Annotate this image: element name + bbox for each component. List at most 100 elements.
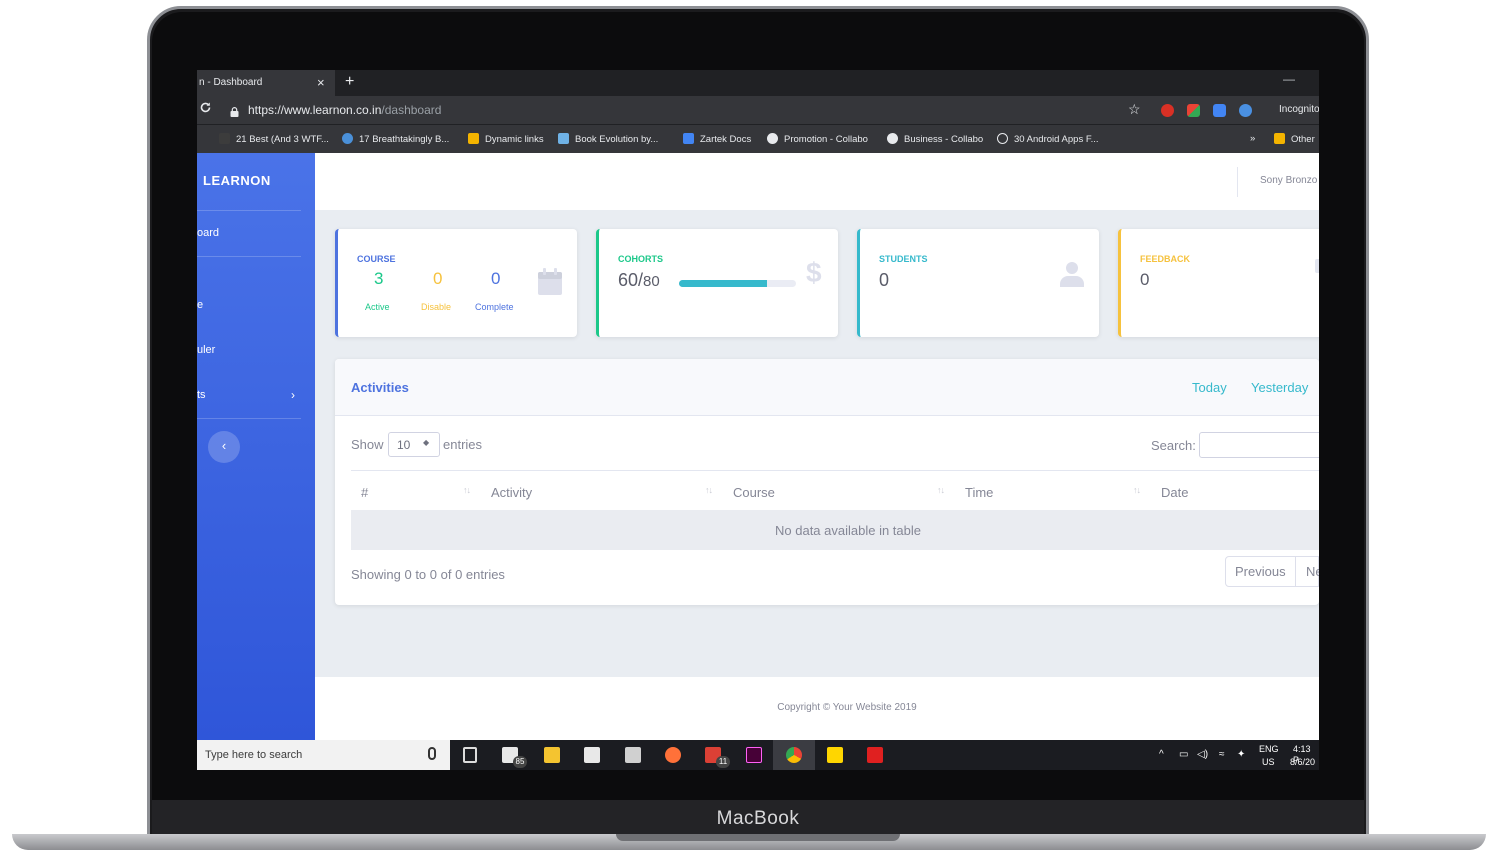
address-bar[interactable]: https://www.learnon.co.in/dashboard	[248, 103, 441, 117]
browser-tab[interactable]: n - Dashboard ×	[197, 70, 335, 96]
page-size-select[interactable]: 10 ◆	[388, 432, 440, 457]
extension-icon[interactable]	[1239, 104, 1252, 117]
brand-logo[interactable]: LEARNON	[203, 173, 271, 188]
sidebar-item[interactable]: e	[197, 299, 203, 311]
bookmark-star-icon[interactable]: ☆	[1128, 101, 1141, 118]
sticky-notes-icon[interactable]	[827, 747, 843, 763]
sidebar-item-dashboard[interactable]: oard	[197, 227, 219, 239]
user-icon	[1060, 261, 1084, 292]
laptop-brand-label: MacBook	[716, 808, 800, 829]
bookmark-item[interactable]: 21 Best (And 3 WTF...	[219, 133, 329, 145]
sidebar-item-scheduler[interactable]: uler	[197, 344, 215, 356]
bookmark-item[interactable]: Business - Collabo	[887, 133, 983, 145]
reload-icon[interactable]	[199, 101, 212, 117]
bookmark-item[interactable]: Zartek Docs	[683, 133, 751, 145]
students-count: 0	[879, 270, 890, 290]
chevron-right-icon[interactable]: ›	[291, 388, 295, 402]
column-header-time[interactable]: Time	[965, 485, 993, 500]
sort-icon[interactable]: ↑↓	[937, 485, 945, 495]
bookmark-label: Zartek Docs	[700, 134, 752, 145]
other-bookmarks[interactable]: Other	[1274, 133, 1315, 145]
extension-icon[interactable]	[1213, 104, 1226, 117]
cohorts-card: COHORTS 60/80 $	[596, 229, 838, 337]
dropbox-icon[interactable]: ✦	[1237, 749, 1245, 760]
sidebar-divider	[197, 256, 301, 257]
microphone-icon[interactable]	[428, 747, 436, 760]
bookmark-item[interactable]: 30 Android Apps F...	[997, 133, 1099, 145]
bookmarks-bar: 21 Best (And 3 WTF... 17 Breathtakingly …	[197, 124, 1319, 153]
taskbar-search[interactable]: Type here to search	[197, 740, 450, 770]
bookmark-favicon-icon	[887, 133, 898, 144]
extension-icon[interactable]	[1161, 104, 1174, 117]
complete-count: 0	[491, 269, 501, 288]
bookmark-item[interactable]: Book Evolution by...	[558, 133, 658, 145]
other-bookmarks-label: Other	[1291, 134, 1315, 145]
disable-count: 0	[433, 269, 443, 288]
bookmark-label: 17 Breathtakingly B...	[359, 134, 450, 145]
minimize-icon[interactable]: —	[1283, 72, 1295, 86]
sidebar-item[interactable]: ts	[197, 389, 206, 401]
bookmark-favicon-icon	[468, 133, 479, 144]
filter-yesterday[interactable]: Yesterday	[1251, 380, 1308, 395]
language-bottom[interactable]: US	[1262, 757, 1275, 768]
column-header-date[interactable]: Date	[1161, 485, 1188, 500]
battery-icon[interactable]: ▭	[1179, 749, 1188, 760]
table-header-row: # ↑↓ Activity ↑↓ Course ↑↓ Time ↑↓ Date	[351, 470, 1319, 510]
topbar: Sony Bronzo	[315, 153, 1319, 210]
card-label: FEEDBACK	[1140, 254, 1191, 264]
feedback-count: 0	[1140, 270, 1150, 289]
chrome-icon[interactable]	[786, 747, 802, 763]
popcorn-icon[interactable]	[584, 747, 600, 763]
sort-icon[interactable]: ↑↓	[1133, 485, 1141, 495]
bookmark-label: Promotion - Collabo	[784, 134, 868, 145]
sort-icon[interactable]: ↑↓	[463, 485, 471, 495]
bookmarks-more-icon[interactable]: »	[1250, 133, 1255, 144]
copyright: Copyright © Your Website 2019	[777, 702, 917, 713]
students-card: STUDENTS 0	[857, 229, 1099, 337]
bookmark-favicon-icon	[997, 133, 1008, 144]
new-tab-icon[interactable]: +	[345, 70, 354, 94]
show-label: Show	[351, 437, 384, 452]
incognito-label[interactable]: Incognito	[1279, 104, 1319, 115]
wifi-icon[interactable]: ≈	[1219, 749, 1225, 760]
pager-divider	[1295, 557, 1296, 586]
feedback-card: FEEDBACK 0	[1118, 229, 1319, 337]
active-caption: Active	[365, 302, 390, 312]
extension-icon[interactable]	[1187, 104, 1200, 117]
bookmark-item[interactable]: Dynamic links	[468, 133, 544, 145]
entries-label: entries	[443, 437, 483, 452]
active-count: 3	[374, 269, 384, 288]
chevron-up-icon[interactable]: ^	[1159, 749, 1164, 760]
calculator-icon[interactable]	[625, 747, 641, 763]
volume-icon[interactable]: ◁)	[1197, 749, 1208, 760]
sidebar-collapse-button[interactable]: ‹	[208, 431, 240, 463]
task-view-icon[interactable]	[463, 747, 477, 763]
comment-icon	[1315, 259, 1319, 273]
column-header-course[interactable]: Course	[733, 485, 775, 500]
column-header-number[interactable]: #	[361, 485, 368, 500]
adobe-xd-icon[interactable]	[746, 747, 762, 763]
browser-tab-title: n - Dashboard	[199, 77, 263, 88]
pagination: Previous Ne	[1225, 556, 1319, 587]
bookmark-item[interactable]: Promotion - Collabo	[767, 133, 868, 145]
taskbar: Type here to search 85 11 ^ ▭ ◁) ≈ ✦ ENG…	[197, 740, 1319, 770]
column-header-activity[interactable]: Activity	[491, 485, 532, 500]
language-top[interactable]: ENG	[1259, 744, 1279, 755]
previous-page-button[interactable]: Previous	[1235, 564, 1286, 579]
next-page-button[interactable]: Ne	[1306, 564, 1319, 579]
close-tab-icon[interactable]: ×	[317, 70, 325, 96]
bookmark-item[interactable]: 17 Breathtakingly B...	[342, 133, 449, 145]
bookmark-favicon-icon	[683, 133, 694, 144]
user-menu[interactable]: Sony Bronzo	[1260, 175, 1317, 186]
clock-date[interactable]: 8/6/20	[1290, 757, 1315, 768]
file-explorer-icon[interactable]	[544, 747, 560, 763]
course-card: COURSE 3 Active 0 Disable 0 Complete	[335, 229, 577, 337]
sort-icon[interactable]: ↑↓	[705, 485, 713, 495]
lock-icon[interactable]	[230, 104, 239, 117]
cohorts-progress-fill	[679, 280, 767, 287]
bookmark-favicon-icon	[342, 133, 353, 144]
search-input[interactable]	[1199, 432, 1319, 458]
typora-icon[interactable]	[867, 747, 883, 763]
firefox-icon[interactable]	[665, 747, 681, 763]
filter-today[interactable]: Today	[1192, 380, 1227, 395]
